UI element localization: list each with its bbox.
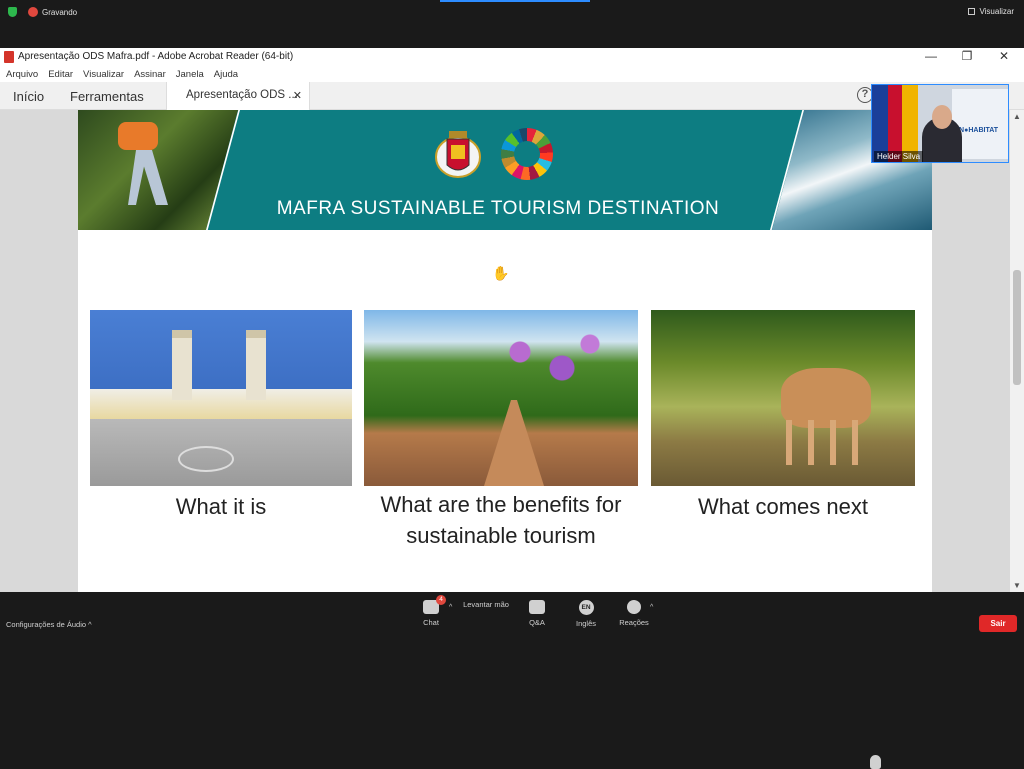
deer-photo [651, 310, 915, 486]
menu-ajuda[interactable]: Ajuda [214, 69, 238, 80]
palace-photo [90, 310, 352, 486]
mafra-crest-icon [435, 131, 481, 178]
qa-icon [529, 600, 545, 614]
view-button[interactable]: Visualizar [968, 7, 1014, 16]
document-area[interactable]: MAFRA SUSTAINABLE TOURISM DESTINATION ✋ … [0, 110, 1024, 592]
grid-icon [968, 8, 976, 15]
minimize-button[interactable]: — [916, 49, 946, 63]
tab-document[interactable]: Apresentação ODS ... ✕ [166, 82, 310, 110]
zoom-top-bar: Gravando Visualizar [0, 0, 1024, 24]
sdg-wheel-icon [501, 128, 553, 180]
language-icon: EN [578, 600, 594, 615]
menu-janela[interactable]: Janela [176, 69, 204, 80]
scroll-down-icon[interactable]: ▼ [1013, 581, 1021, 590]
vertical-scrollbar[interactable]: ▲ ▼ [1010, 110, 1024, 592]
share-indicator [440, 0, 590, 2]
security-shield-icon[interactable] [8, 7, 17, 17]
close-tab-icon[interactable]: ✕ [293, 89, 302, 102]
participant-video[interactable]: UN●HABITAT Helder Silva [871, 84, 1009, 163]
menu-visualizar[interactable]: Visualizar [83, 69, 124, 80]
tab-tools[interactable]: Ferramentas [70, 89, 144, 104]
reactions-caret-icon[interactable]: ^ [650, 604, 653, 611]
scroll-up-icon[interactable]: ▲ [1013, 112, 1021, 121]
caption-what-comes-next: What comes next [698, 494, 868, 519]
zoom-toolbar: Configurações de Áudio ^ 4 Chat ^ Levant… [0, 592, 1024, 769]
maximize-button[interactable]: ❐ [952, 49, 982, 63]
window-title: Apresentação ODS Mafra.pdf - Adobe Acrob… [18, 51, 294, 62]
close-window-button[interactable]: ✕ [989, 49, 1019, 63]
banner-title: MAFRA SUSTAINABLE TOURISM DESTINATION [276, 198, 720, 219]
slide-banner: MAFRA SUSTAINABLE TOURISM DESTINATION [78, 110, 932, 230]
pdf-page: MAFRA SUSTAINABLE TOURISM DESTINATION ✋ … [78, 110, 932, 592]
recording-label: Gravando [42, 8, 78, 17]
reactions-button[interactable]: Reações [604, 600, 664, 627]
chat-caret-icon[interactable]: ^ [449, 604, 452, 611]
zoom-spacer [0, 24, 1024, 48]
menu-arquivo[interactable]: Arquivo [6, 69, 38, 80]
scroll-thumb[interactable] [1013, 270, 1021, 385]
hand-cursor-icon: ✋ [492, 265, 510, 281]
reactions-icon [627, 600, 641, 614]
menu-bar: Arquivo Editar Visualizar Assinar Janela… [0, 66, 1024, 82]
pdf-app-icon [4, 51, 14, 63]
menu-assinar[interactable]: Assinar [134, 69, 166, 80]
garden-photo [364, 310, 638, 486]
caption-benefits: What are the benefits for sustainable to… [380, 492, 622, 548]
audio-settings-button[interactable]: Configurações de Áudio ^ [6, 620, 92, 629]
hiker-photo [78, 110, 238, 230]
tab-document-label: Apresentação ODS ... [186, 89, 298, 101]
title-bar: Apresentação ODS Mafra.pdf - Adobe Acrob… [0, 48, 1024, 66]
tab-home[interactable]: Início [13, 89, 44, 104]
chat-badge: 4 [436, 595, 446, 605]
chat-icon: 4 [423, 595, 446, 614]
caption-what-it-is: What it is [175, 494, 267, 519]
raise-hand-icon [870, 755, 881, 769]
recording-icon [28, 7, 38, 17]
view-label: Visualizar [979, 7, 1014, 16]
leave-button[interactable]: Sair [979, 615, 1017, 632]
menu-editar[interactable]: Editar [48, 69, 73, 80]
participant-name: Helder Silva [874, 151, 924, 162]
